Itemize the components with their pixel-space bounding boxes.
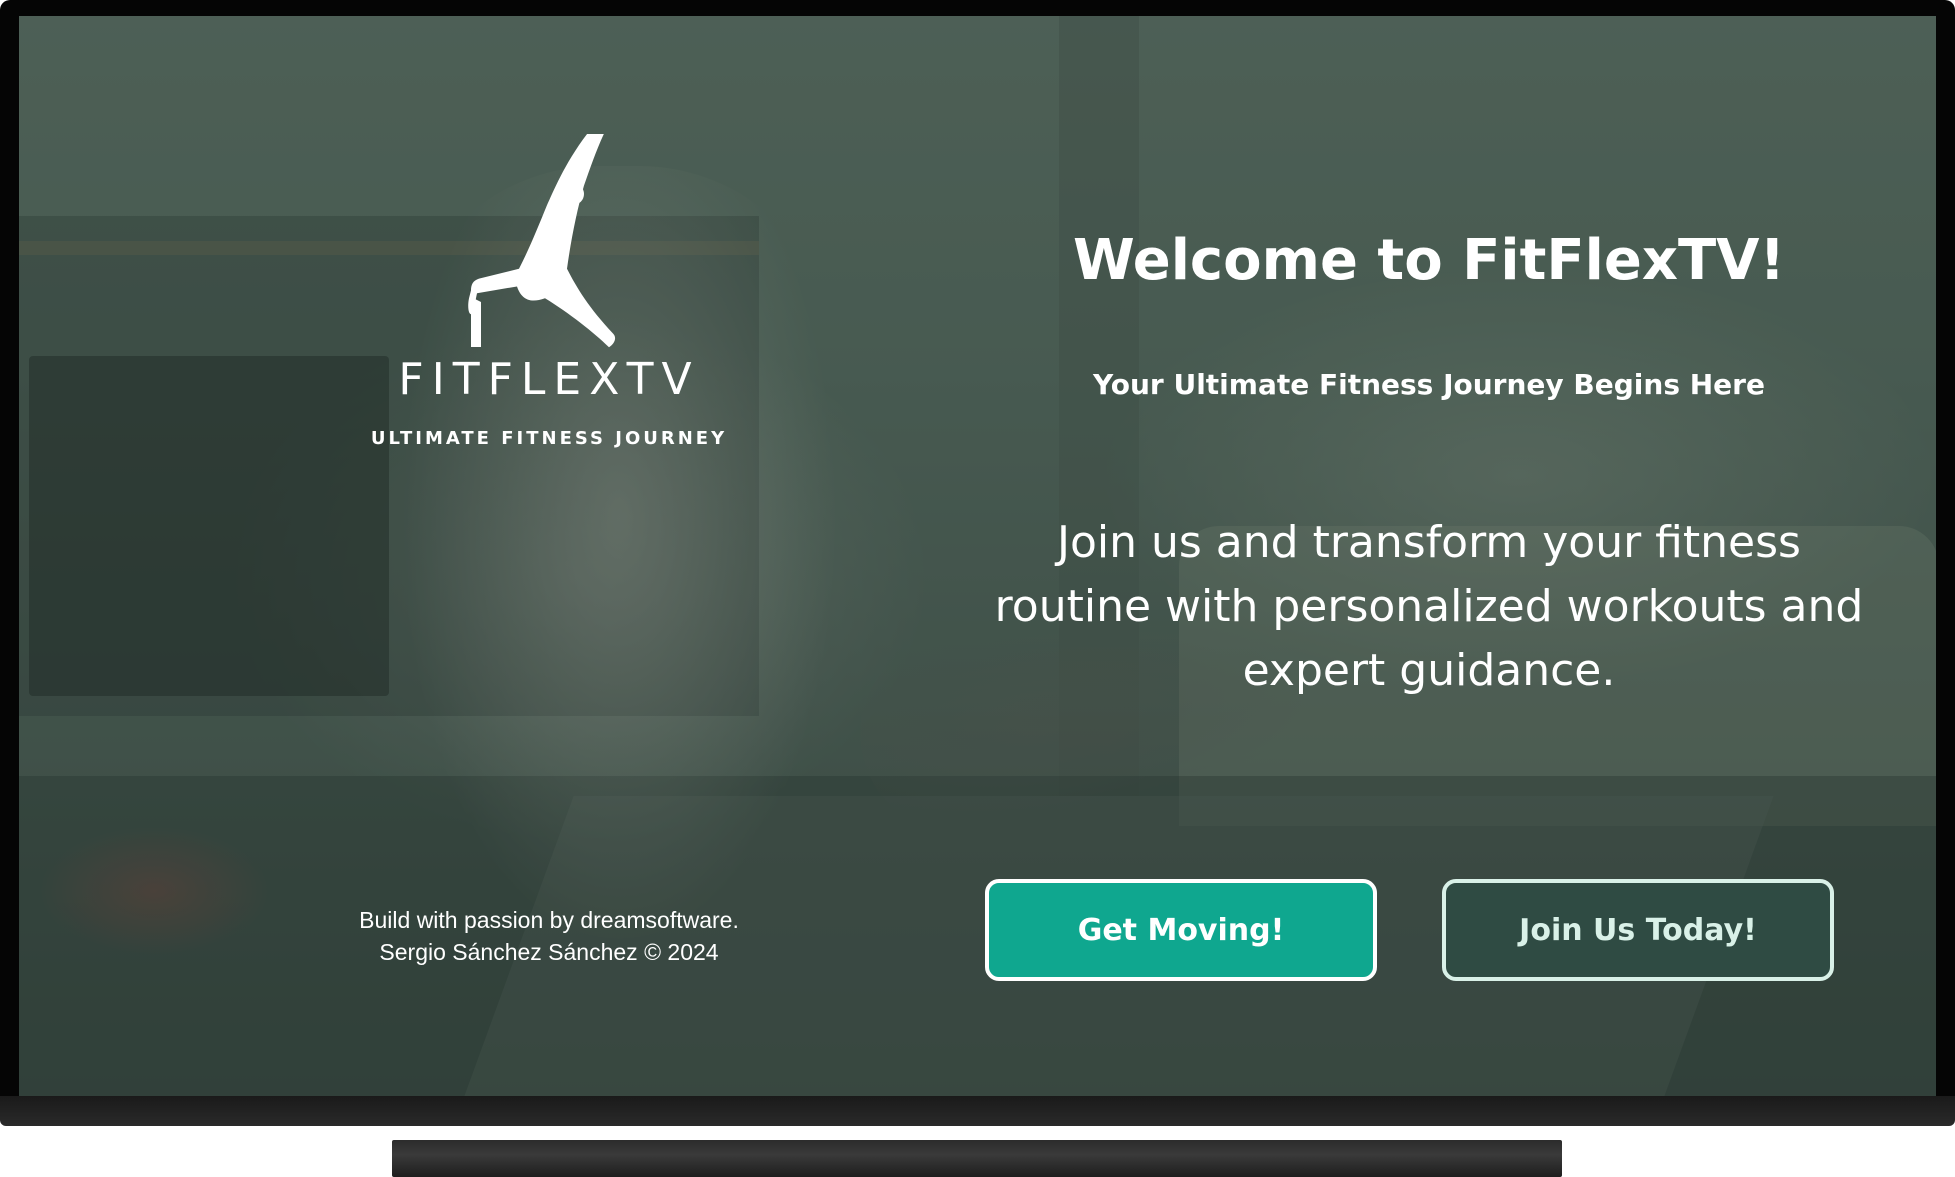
tv-frame: FITFLEXTV ULTIMATE FITNESS JOURNEY Build… [0,0,1955,1177]
yoga-pose-icon [468,134,616,348]
credits: Build with passion by dreamsoftware. Ser… [319,904,779,968]
credits-line-2: Sergio Sánchez Sánchez © 2024 [379,939,719,965]
tv-chin [0,1096,1955,1126]
welcome-subtitle: Your Ultimate Fitness Journey Begins Her… [1093,368,1765,401]
get-moving-button[interactable]: Get Moving! [985,879,1377,981]
join-us-button[interactable]: Join Us Today! [1442,879,1834,981]
tv-screen: FITFLEXTV ULTIMATE FITNESS JOURNEY Build… [19,16,1936,1096]
brand-tagline: ULTIMATE FITNESS JOURNEY [370,428,728,449]
tv-stand [392,1140,1562,1177]
brand-name: FITFLEXTV [398,354,700,405]
credits-line-1: Build with passion by dreamsoftware. [359,907,739,933]
welcome-title: Welcome to FitFlexTV! [1072,228,1786,293]
welcome-body: Join us and transform your fitness routi… [994,517,1864,696]
